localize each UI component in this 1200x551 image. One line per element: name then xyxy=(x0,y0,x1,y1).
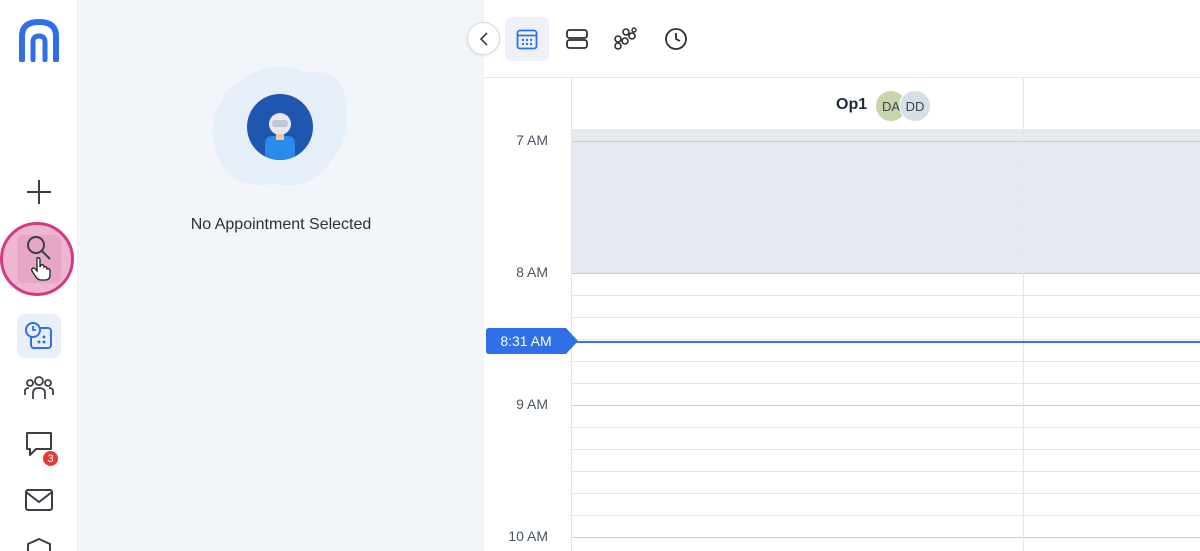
column-header-next xyxy=(1024,78,1200,130)
mail-button[interactable] xyxy=(17,478,61,522)
slot-gridline xyxy=(572,339,1200,340)
nav-rail: 3 xyxy=(0,0,78,551)
calendar-clock-icon xyxy=(25,322,52,349)
patients-button[interactable] xyxy=(17,366,61,410)
slot-gridline xyxy=(572,361,1200,362)
security-button[interactable] xyxy=(17,530,61,551)
slot-gridline xyxy=(572,427,1200,428)
time-label-10am: 10 AM xyxy=(508,528,548,544)
messages-badge: 3 xyxy=(42,450,59,467)
slot-gridline xyxy=(572,163,1200,164)
slot-gridline xyxy=(572,383,1200,384)
slot-gridline xyxy=(572,229,1200,230)
users-icon xyxy=(24,376,54,399)
time-label-7am: 7 AM xyxy=(516,132,548,148)
column-label: Op1 xyxy=(836,96,868,113)
app-logo[interactable] xyxy=(18,18,60,62)
schedule-button[interactable] xyxy=(17,314,61,358)
time-gutter-divider xyxy=(571,78,572,551)
slot-gridline xyxy=(572,317,1200,318)
slot-gridline xyxy=(572,493,1200,494)
shield-icon xyxy=(27,537,51,551)
hour-gridline xyxy=(572,405,1200,406)
chevron-left-icon xyxy=(479,31,488,46)
time-label-9am: 9 AM xyxy=(516,396,548,412)
current-time-indicator: 8:31 AM xyxy=(486,328,578,354)
plus-icon xyxy=(27,180,51,204)
coins-icon xyxy=(614,27,637,50)
provider-avatar[interactable]: DD xyxy=(899,90,931,122)
list-view-button[interactable] xyxy=(555,17,599,61)
slot-gridline xyxy=(572,185,1200,186)
add-button[interactable] xyxy=(17,170,61,214)
mail-icon xyxy=(25,489,53,511)
schedule-grid: Op1 DA DD 7 AM 8 AM 9 AM 10 AM 8:31 AM xyxy=(484,78,1200,551)
collapse-panel-button[interactable] xyxy=(467,22,500,55)
slot-gridline xyxy=(572,207,1200,208)
current-time-line xyxy=(572,341,1200,343)
calendar-view-button[interactable] xyxy=(505,17,549,61)
slot-gridline xyxy=(572,449,1200,450)
time-label-8am: 8 AM xyxy=(516,264,548,280)
hour-gridline xyxy=(572,141,1200,142)
clock-icon xyxy=(665,28,687,50)
hour-gridline xyxy=(572,273,1200,274)
current-time-label: 8:31 AM xyxy=(500,333,552,349)
view-toolbar xyxy=(484,0,1200,78)
slot-gridline xyxy=(572,515,1200,516)
ledger-view-button[interactable] xyxy=(604,17,648,61)
empty-state-message: No Appointment Selected xyxy=(190,216,372,233)
slot-gridline xyxy=(572,471,1200,472)
rows-icon xyxy=(566,29,588,49)
history-view-button[interactable] xyxy=(654,17,698,61)
pointer-cursor-icon xyxy=(31,257,51,281)
calendar-icon xyxy=(516,29,538,50)
slot-gridline xyxy=(572,295,1200,296)
column-divider xyxy=(1023,78,1024,551)
hour-gridline xyxy=(572,537,1200,538)
slot-gridline xyxy=(572,251,1200,252)
empty-state-illustration xyxy=(247,94,313,160)
